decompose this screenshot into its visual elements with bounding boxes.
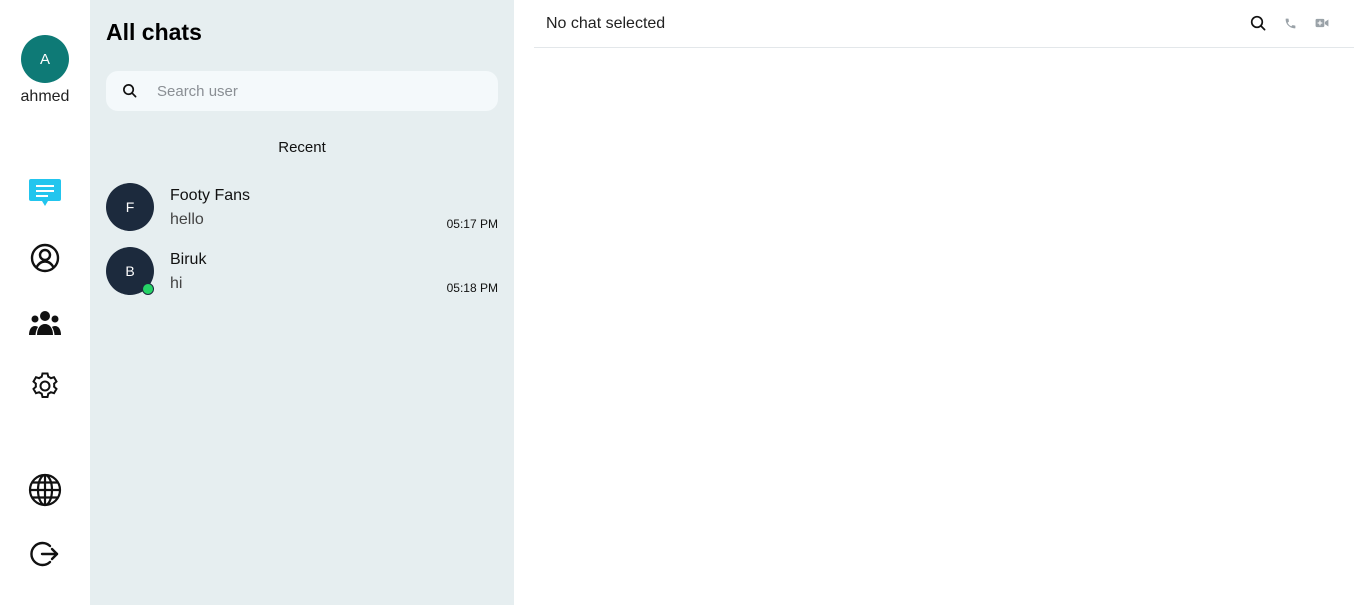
globe-icon[interactable] — [27, 472, 63, 508]
phone-icon[interactable] — [1281, 14, 1299, 32]
chat-time: 05:17 PM — [446, 217, 498, 231]
group-icon[interactable] — [27, 305, 63, 341]
chat-header-title: No chat selected — [546, 15, 666, 32]
chat-last-message: hello — [170, 211, 204, 228]
chat-avatar-initial: B — [125, 263, 135, 279]
chat-name: Biruk — [170, 251, 207, 268]
chat-list-item[interactable]: B Biruk hi 05:18 PM — [106, 247, 498, 297]
chat-list-item[interactable]: F Footy Fans hello 05:17 PM — [106, 183, 498, 233]
video-icon[interactable] — [1313, 14, 1331, 32]
chat-main-area: No chat selected — [514, 0, 1366, 605]
chat-avatar-initial: F — [125, 199, 135, 215]
logout-icon[interactable] — [27, 536, 63, 572]
chat-header: No chat selected — [534, 0, 1354, 48]
search-icon — [122, 83, 138, 99]
recent-label: Recent — [278, 139, 326, 156]
chat-app: A ahmed All chats Search user Recent F F… — [0, 0, 1366, 605]
chat-avatar: F — [106, 183, 154, 231]
search-input[interactable] — [157, 82, 477, 100]
chat-list-panel: All chats Recent F Footy Fans hello 05:1… — [90, 0, 514, 605]
user-avatar[interactable]: A — [21, 35, 69, 83]
search-icon[interactable] — [1249, 14, 1267, 32]
user-avatar-initial: A — [39, 50, 50, 68]
chat-time: 05:18 PM — [446, 281, 498, 295]
online-status-dot — [142, 283, 154, 295]
user-name: ahmed — [20, 88, 70, 105]
gear-icon[interactable] — [27, 368, 63, 404]
chat-icon[interactable] — [27, 174, 63, 210]
sidebar-rail: A ahmed — [0, 0, 90, 605]
user-circle-icon[interactable] — [27, 240, 63, 276]
user-profile[interactable]: A ahmed — [0, 35, 90, 106]
panel-title: All chats — [106, 19, 202, 45]
chat-last-message: hi — [170, 275, 183, 292]
search-box[interactable] — [106, 71, 498, 111]
chat-name: Footy Fans — [170, 187, 251, 204]
